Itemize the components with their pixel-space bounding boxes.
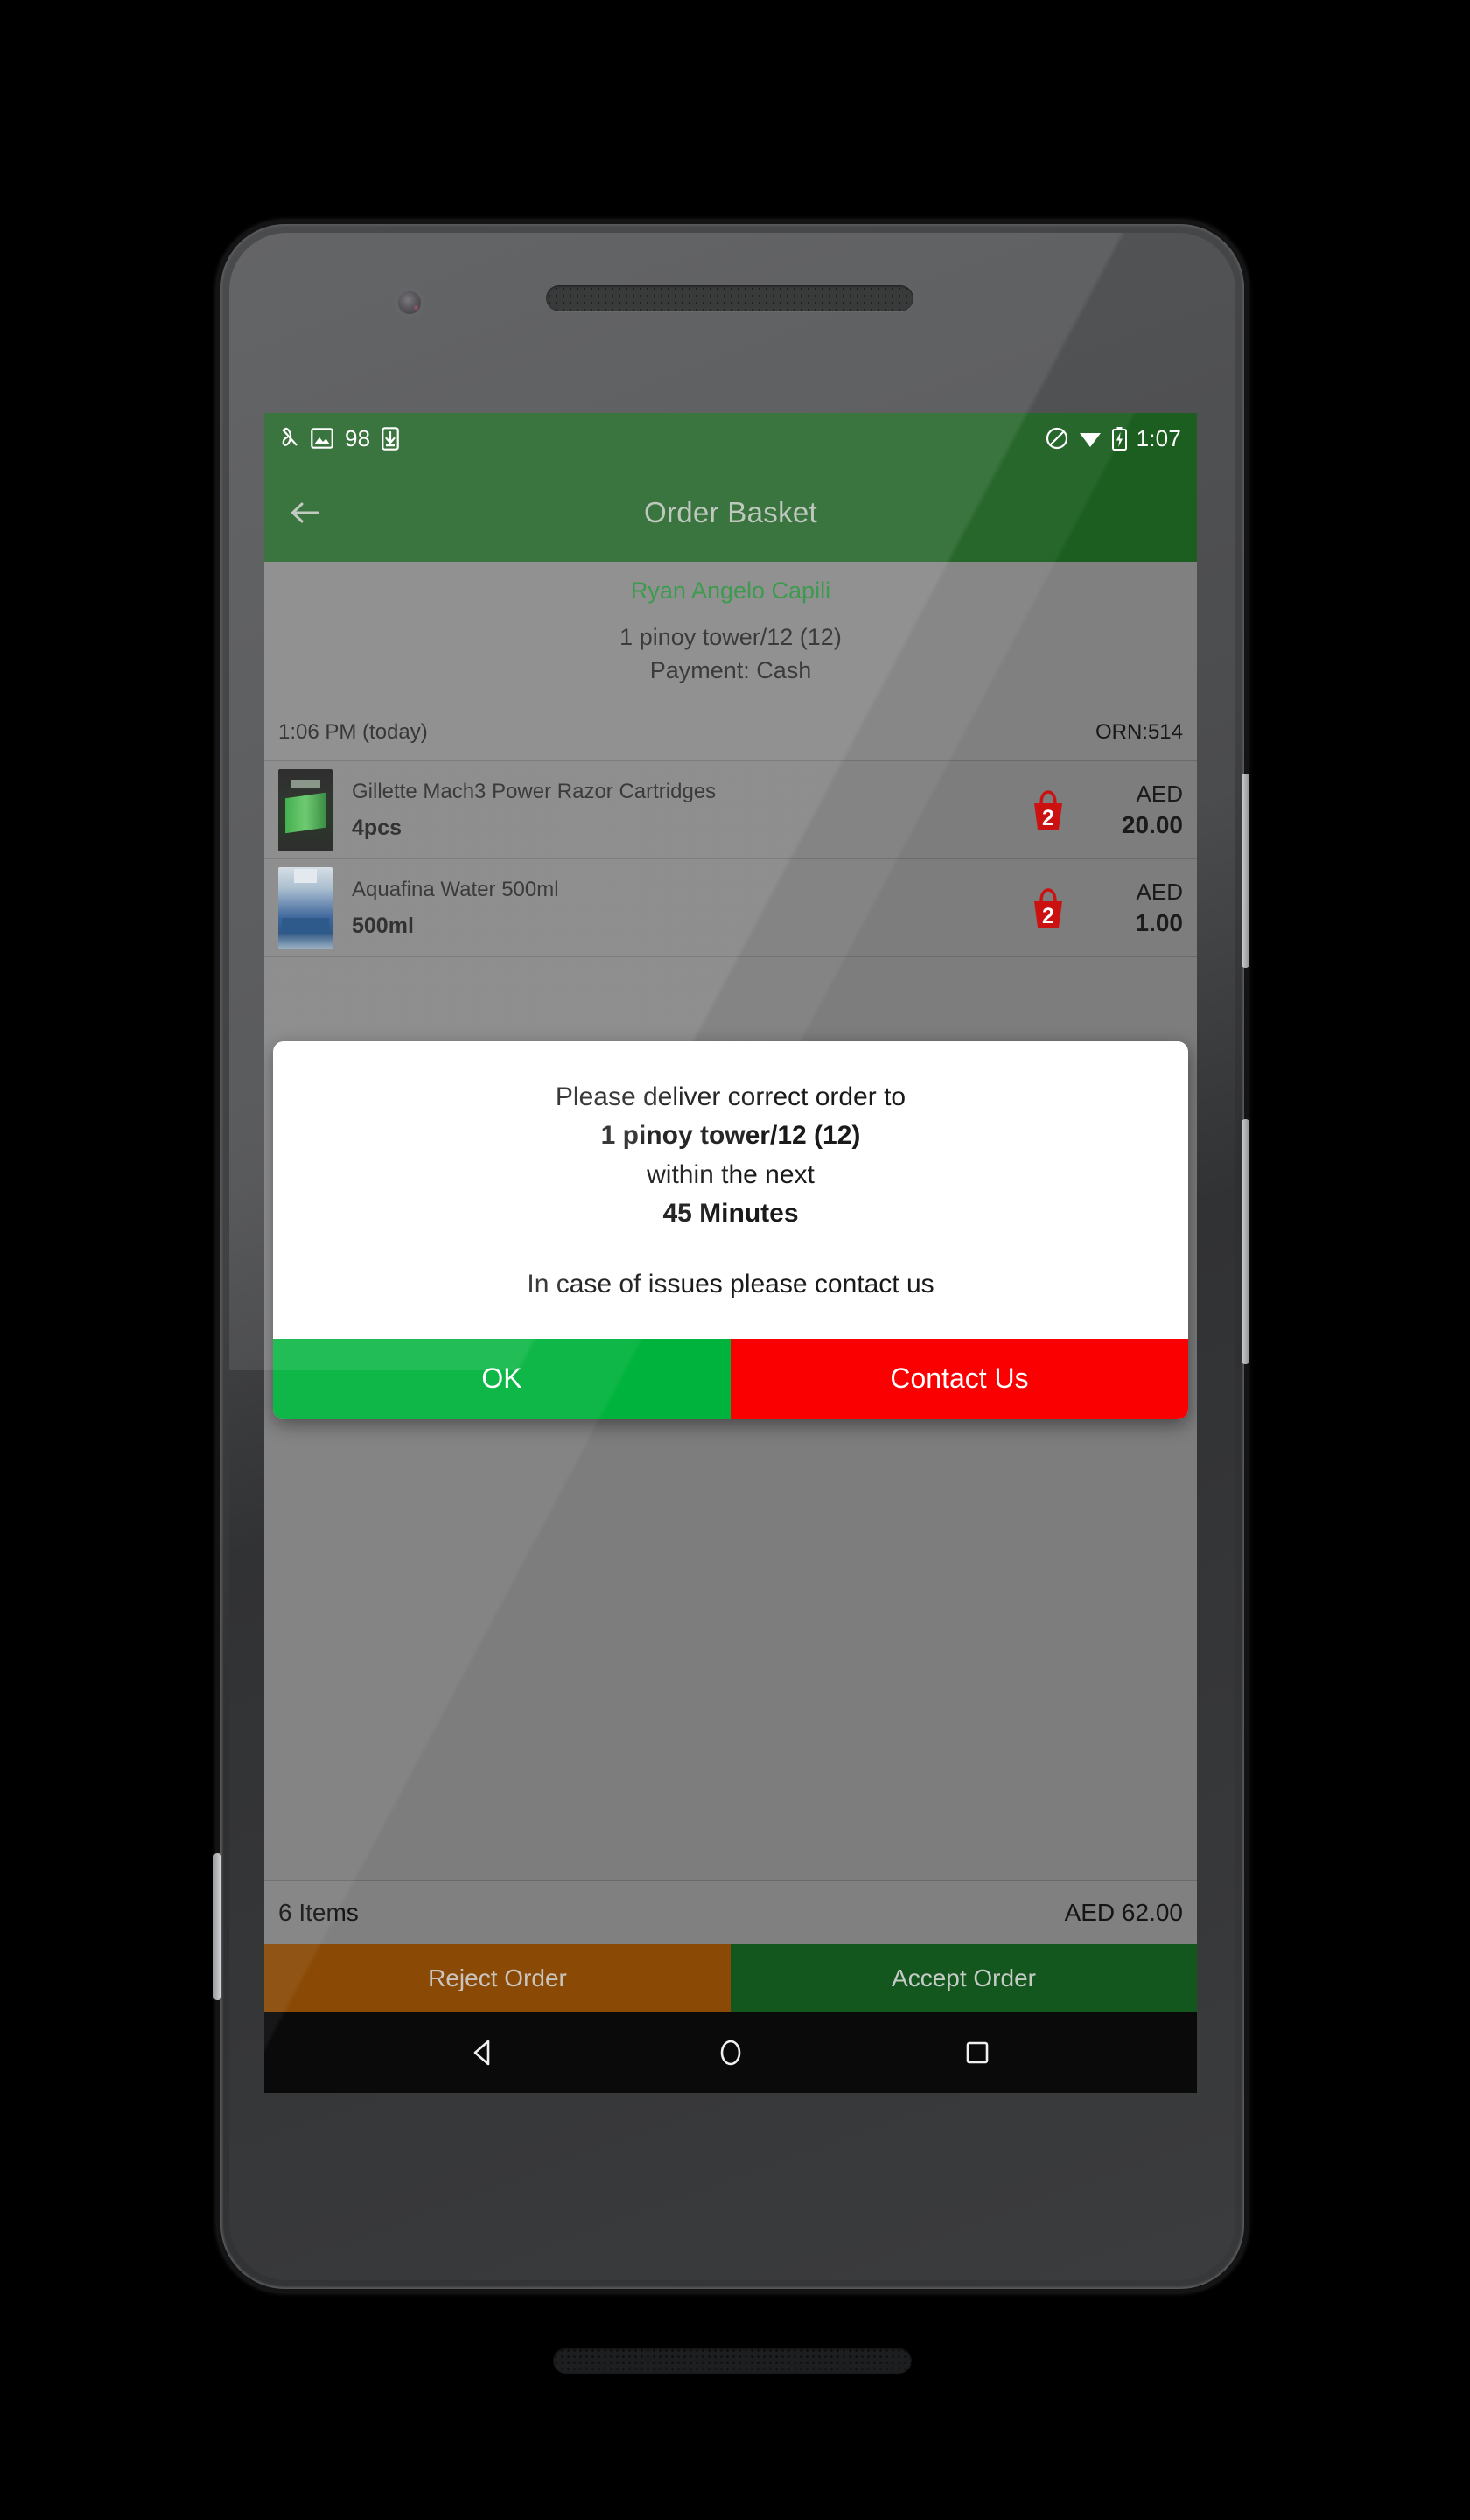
front-camera-icon xyxy=(398,291,421,314)
dialog-contact-us-button[interactable]: Contact Us xyxy=(731,1338,1188,1419)
phone-screen: 98 1:07 Order Basket Ryan Angelo Capili … xyxy=(264,413,1197,2093)
sim-tray-button[interactable] xyxy=(214,1853,221,2000)
dialog-line-5: In case of issues please contact us xyxy=(527,1269,934,1298)
earpiece-speaker-grille xyxy=(546,285,914,312)
bottom-speaker-grille xyxy=(553,2348,912,2374)
dialog-action-row: OK Contact Us xyxy=(273,1338,1188,1419)
screenshot-root: 98 1:07 Order Basket Ryan Angelo Capili … xyxy=(0,0,1470,2520)
dialog-spacer xyxy=(294,1234,1167,1265)
dialog-deadline: 45 Minutes xyxy=(662,1199,799,1228)
dialog-message: Please deliver correct order to 1 pinoy … xyxy=(273,1041,1188,1339)
dialog-ok-button[interactable]: OK xyxy=(273,1338,731,1419)
power-button[interactable] xyxy=(1242,774,1250,968)
volume-button[interactable] xyxy=(1242,1119,1250,1364)
dialog-line-1: Please deliver correct order to xyxy=(555,1082,906,1111)
delivery-reminder-dialog: Please deliver correct order to 1 pinoy … xyxy=(273,1041,1188,1419)
dialog-address: 1 pinoy tower/12 (12) xyxy=(600,1121,861,1151)
dialog-line-3: within the next xyxy=(647,1159,815,1189)
